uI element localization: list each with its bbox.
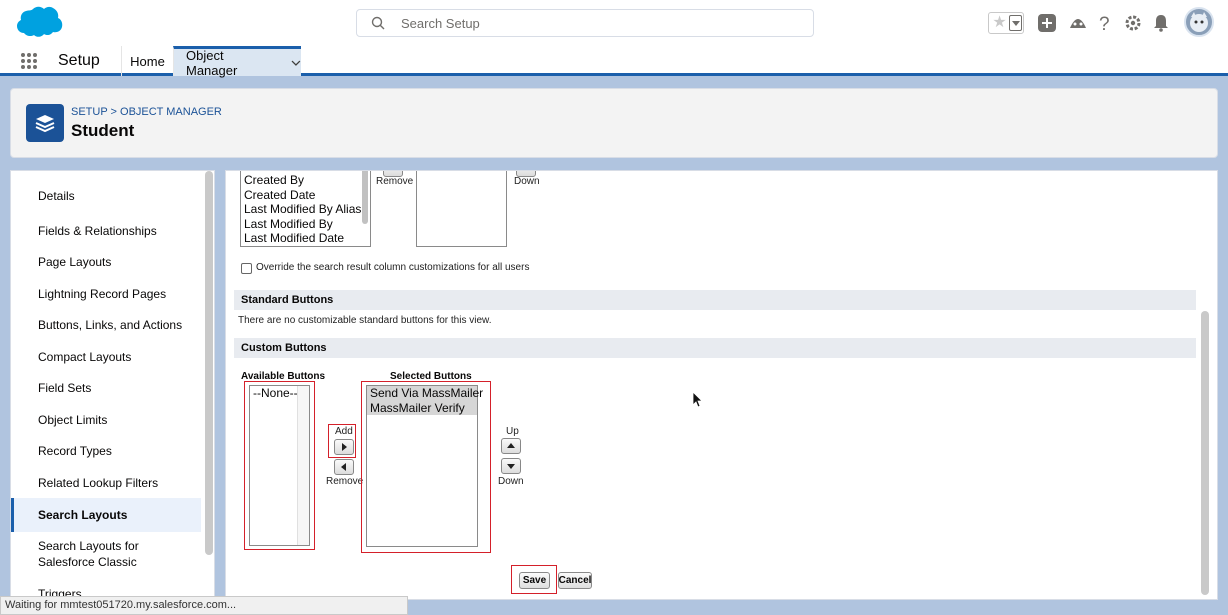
standard-buttons-message: There are no customizable standard butto… [238,315,492,326]
sidebar-item-label: Buttons, Links, and Actions [38,318,183,332]
override-checkbox[interactable] [241,263,252,274]
highlight-box [511,565,557,594]
cancel-button-label: Cancel [558,575,592,586]
arrow-down-icon [507,464,515,469]
sidebar-item-fields-relationships[interactable]: Fields & Relationships [11,221,201,241]
gear-icon[interactable] [1124,14,1142,32]
available-fields-listbox[interactable]: Created By Created Date Last Modified By… [240,171,371,247]
sidebar-item-compact-layouts[interactable]: Compact Layouts [11,347,201,367]
section-title: Standard Buttons [241,294,334,306]
astro-avatar-icon [1190,12,1208,32]
search-layout-editor: Created By Created Date Last Modified By… [225,170,1218,600]
sidebar-item-buttons-links-actions[interactable]: Buttons, Links, and Actions [11,315,201,335]
search-icon [371,16,385,30]
standard-buttons-section-header: Standard Buttons [234,290,1196,310]
remove-label: Remove [326,476,364,487]
status-text: Waiting for mmtest051720.my.salesforce.c… [5,599,237,611]
listbox-scroll-thumb[interactable] [362,171,368,224]
column-remove-label: Remove [376,176,414,187]
sidebar-scrollbar[interactable] [205,171,213,555]
highlight-box [244,381,315,550]
help-icon[interactable]: ? [1098,13,1112,33]
object-stack-icon [26,104,64,142]
list-item[interactable]: Created By [241,173,370,188]
avatar[interactable] [1184,7,1214,37]
sidebar-item-label: Object Limits [38,413,108,427]
favorites-dropdown-icon[interactable] [1009,15,1022,31]
down-button[interactable] [501,458,521,474]
search-input[interactable]: Search Setup [356,9,814,37]
sidebar-item-label: Related Lookup Filters [38,476,159,490]
salesforce-logo[interactable] [12,5,64,41]
sidebar-item-search-layouts[interactable]: Search Layouts [11,498,201,532]
favorites-button[interactable]: ★ [988,12,1024,34]
list-item[interactable]: Last Modified Date [241,231,370,246]
sidebar-item-label: Details [38,189,75,203]
object-manager-sidebar: Details Fields & Relationships Page Layo… [10,170,215,600]
cancel-button[interactable]: Cancel [558,572,592,589]
sidebar-item-label: Field Sets [38,381,92,395]
sidebar-item-search-layouts-classic[interactable]: Search Layouts for Salesforce Classic [11,537,161,571]
section-title: Custom Buttons [241,342,327,354]
list-item[interactable]: Last Modified By Alias [241,202,370,217]
list-item[interactable]: Created Date [241,188,370,203]
sidebar-item-label: Search Layouts for Salesforce Classic [38,539,139,569]
sidebar-item-details[interactable]: Details [11,189,201,203]
sidebar-item-related-lookup-filters[interactable]: Related Lookup Filters [11,473,201,493]
sidebar-item-lightning-record-pages[interactable]: Lightning Record Pages [11,284,201,304]
page-title: Student [71,121,135,140]
app-launcher-icon[interactable] [20,52,38,70]
sidebar-item-object-limits[interactable]: Object Limits [11,410,201,430]
tab-home[interactable]: Home [121,46,173,76]
chevron-down-icon[interactable] [291,58,301,68]
selected-fields-listbox[interactable] [416,171,507,247]
page-header: SETUP > OBJECT MANAGER Student [10,88,1218,158]
column-down-label: Down [514,176,540,187]
sidebar-item-label: Page Layouts [38,255,112,269]
sidebar-item-label: Lightning Record Pages [38,287,167,301]
override-label: Override the search result column custom… [256,262,530,273]
breadcrumb[interactable]: SETUP > OBJECT MANAGER [71,106,222,118]
svg-text:?: ? [1099,14,1110,33]
context-bar: Setup Home Object Manager [0,46,1228,78]
global-header: Search Setup ★ ? [0,0,1228,46]
favorites-star-icon[interactable]: ★ [991,14,1008,32]
sidebar-item-label: Record Types [38,444,112,458]
mouse-cursor-icon [693,392,703,408]
arrow-left-icon [341,463,346,471]
sidebar-item-field-sets[interactable]: Field Sets [11,378,201,398]
trailhead-icon[interactable] [1068,14,1088,32]
tab-object-manager-label: Object Manager [186,47,238,78]
down-label: Down [498,476,524,487]
notification-bell-icon[interactable] [1152,14,1170,32]
tab-home-label: Home [130,53,165,69]
main-scrollbar[interactable] [1201,311,1209,595]
up-button[interactable] [501,438,521,454]
sidebar-item-page-layouts[interactable]: Page Layouts [11,252,201,272]
sidebar-item-label: Compact Layouts [38,350,132,364]
add-icon[interactable] [1038,14,1056,32]
list-item[interactable]: Last Modified By [241,217,370,232]
tab-object-manager[interactable]: Object Manager [173,46,301,78]
app-name: Setup [58,52,100,69]
search-placeholder: Search Setup [401,16,480,31]
browser-status-bar: Waiting for mmtest051720.my.salesforce.c… [0,596,408,615]
custom-buttons-section-header: Custom Buttons [234,338,1196,358]
highlight-box [361,381,491,553]
sidebar-item-label: Fields & Relationships [38,224,157,238]
sidebar-item-label: Search Layouts [38,508,128,522]
highlight-box [328,424,356,458]
sidebar-item-record-types[interactable]: Record Types [11,441,201,461]
arrow-up-icon [507,443,515,448]
remove-button[interactable] [334,459,354,475]
up-label: Up [506,426,519,437]
